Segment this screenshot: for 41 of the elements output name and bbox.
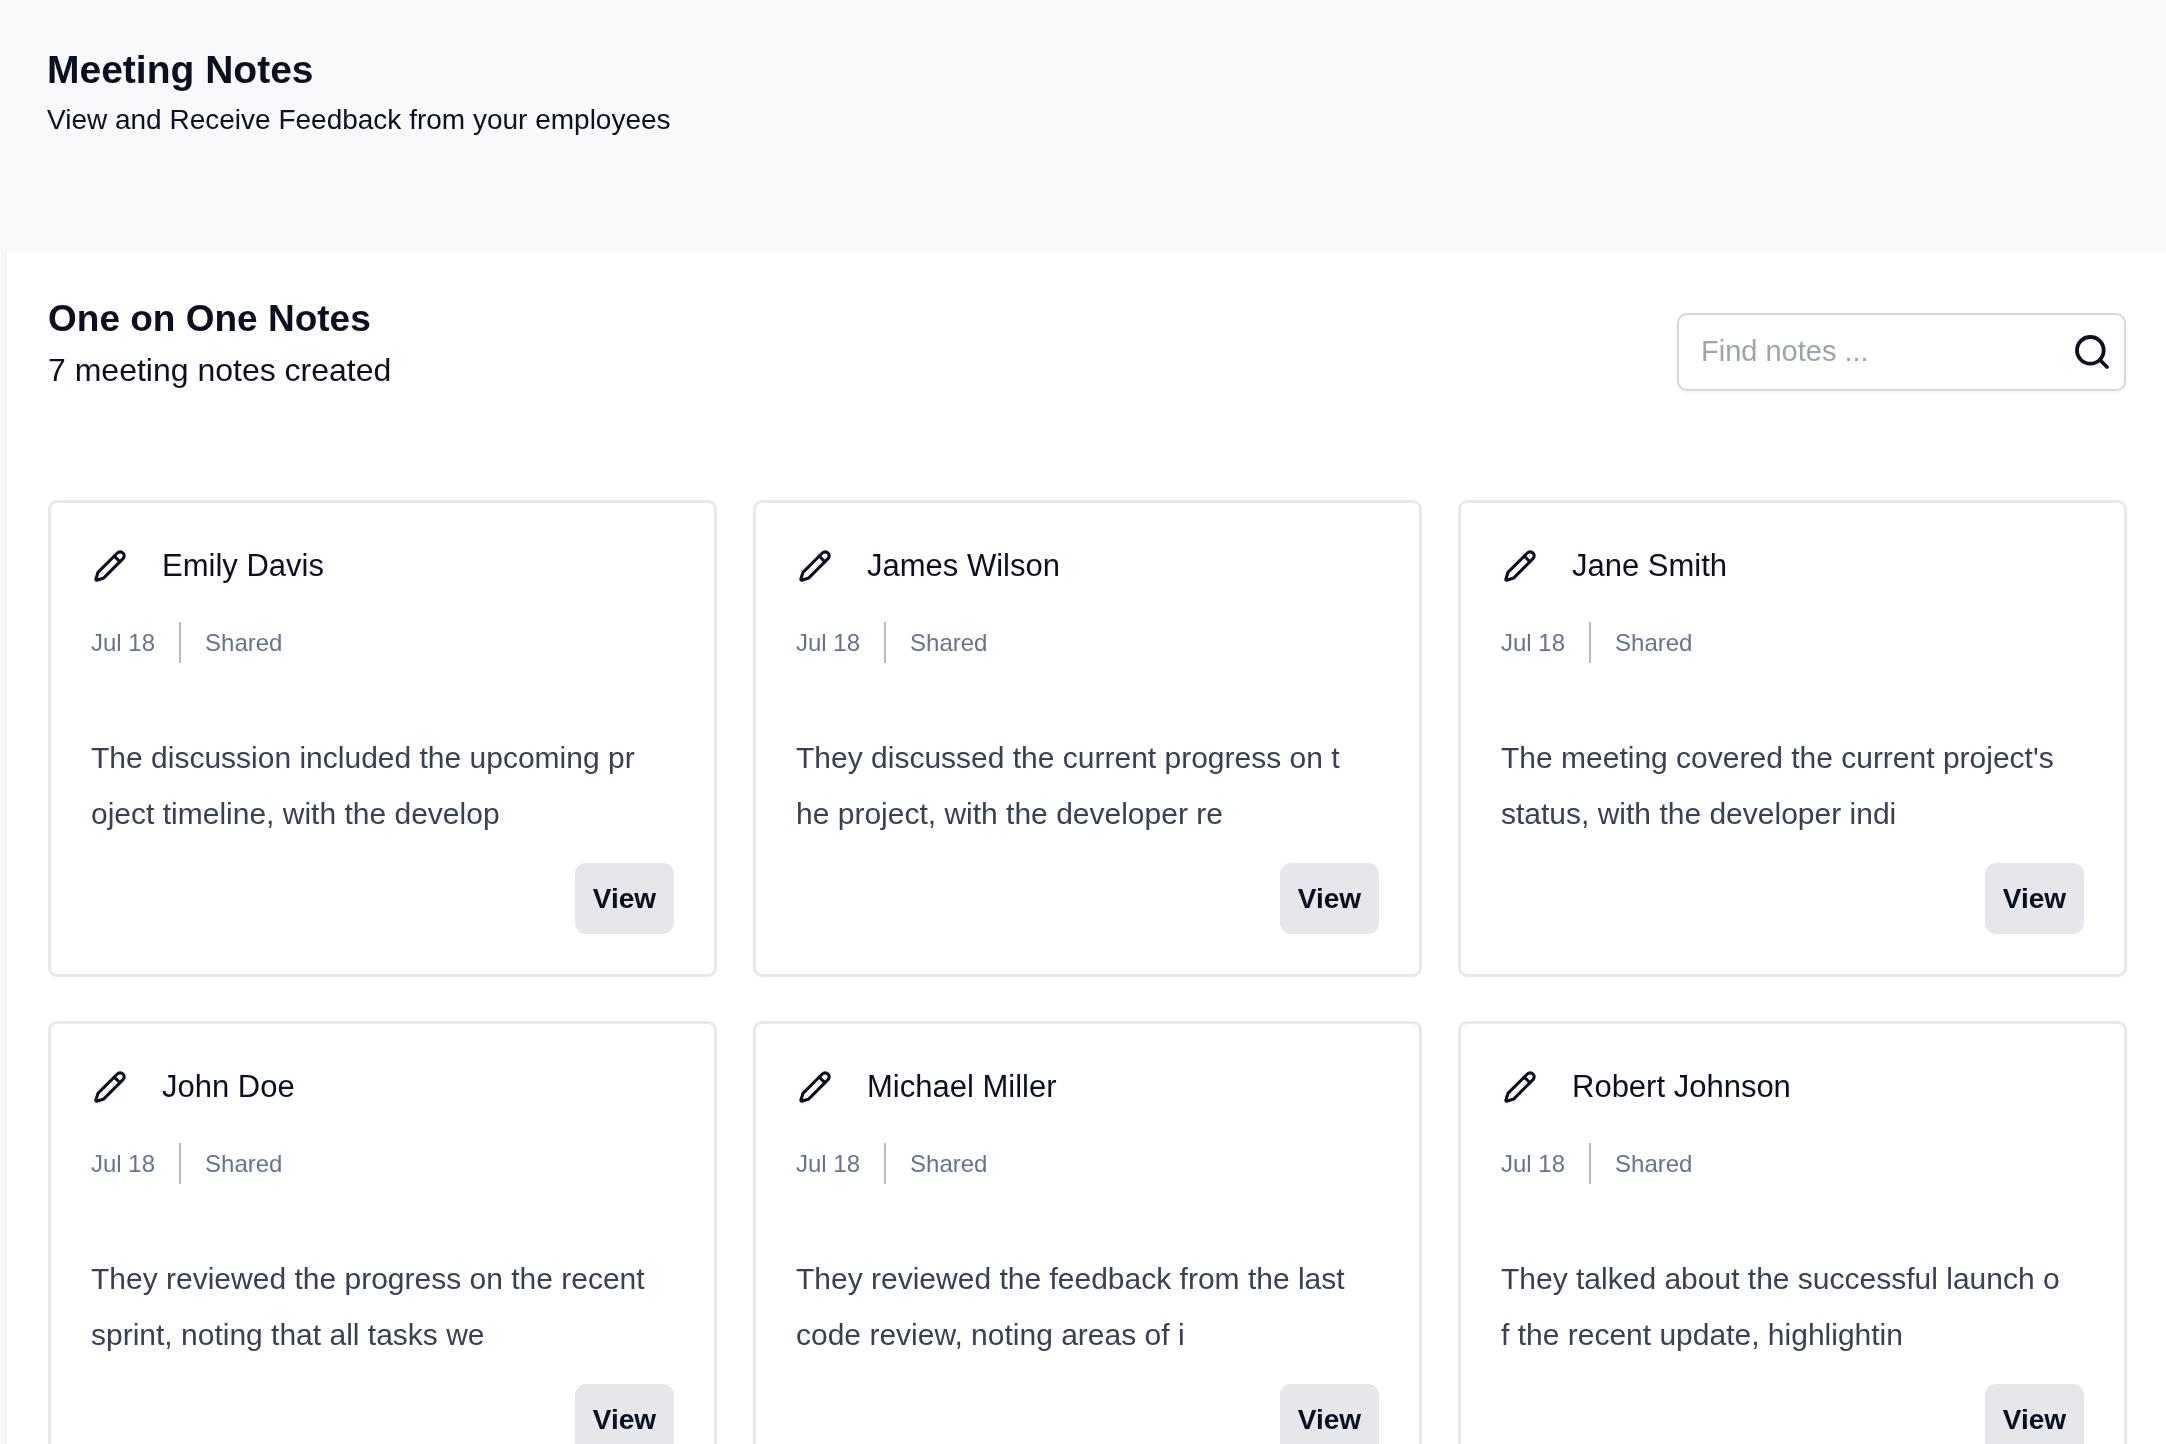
note-date: Jul 18	[796, 1148, 861, 1179]
note-date: Jul 18	[1501, 1148, 1566, 1179]
author-name: James Wilson	[867, 547, 1060, 585]
note-date: Jul 18	[796, 627, 861, 658]
section-title: One on One Notes	[48, 297, 371, 341]
pencil-icon	[93, 1070, 127, 1104]
note-date: Jul 18	[91, 1148, 156, 1179]
search-field[interactable]: Find notes ...	[1677, 312, 2126, 391]
share-status: Shared	[1615, 627, 1693, 658]
pencil-icon	[798, 549, 832, 583]
share-status: Shared	[910, 627, 988, 658]
view-button[interactable]: View	[575, 863, 674, 934]
note-summary: The discussion included the upcoming project timeline, with the develop	[91, 740, 636, 832]
page-title: Meeting Notes	[47, 47, 314, 93]
author-name: Michael Miller	[867, 1068, 1057, 1106]
note-summary: They reviewed the feedback from the last code review, noting areas of i	[796, 1261, 1346, 1353]
note-summary: The meeting covered the current project's status, with the developer indi	[1501, 740, 2055, 832]
view-button[interactable]: View	[1280, 1384, 1379, 1444]
note-summary: They discussed the current progress on the project, with the developer re	[796, 740, 1341, 832]
pencil-icon	[798, 1070, 832, 1104]
page-subtitle: View and Receive Feedback from your employees	[47, 103, 671, 137]
notes-count: 7 meeting notes created	[48, 351, 392, 390]
author-name: Jane Smith	[1572, 547, 1728, 585]
author-name: John Doe	[162, 1068, 295, 1106]
author-name: Robert Johnson	[1572, 1068, 1791, 1106]
pencil-icon	[1503, 549, 1537, 583]
note-summary: They reviewed the progress on the recent sprint, noting that all tasks we	[91, 1261, 646, 1353]
view-button[interactable]: View	[1280, 863, 1379, 934]
note-date: Jul 18	[91, 627, 156, 658]
share-status: Shared	[205, 627, 283, 658]
share-status: Shared	[910, 1148, 988, 1179]
view-button[interactable]: View	[1985, 863, 2084, 934]
share-status: Shared	[1615, 1148, 1693, 1179]
author-name: Emily Davis	[162, 547, 324, 585]
view-button[interactable]: View	[575, 1384, 674, 1444]
note-summary: They talked about the successful launch of the recent update, highlightin	[1501, 1261, 2061, 1353]
view-button[interactable]: View	[1985, 1384, 2084, 1444]
pencil-icon	[1503, 1070, 1537, 1104]
pencil-icon	[93, 549, 127, 583]
share-status: Shared	[205, 1148, 283, 1179]
note-date: Jul 18	[1501, 627, 1566, 658]
